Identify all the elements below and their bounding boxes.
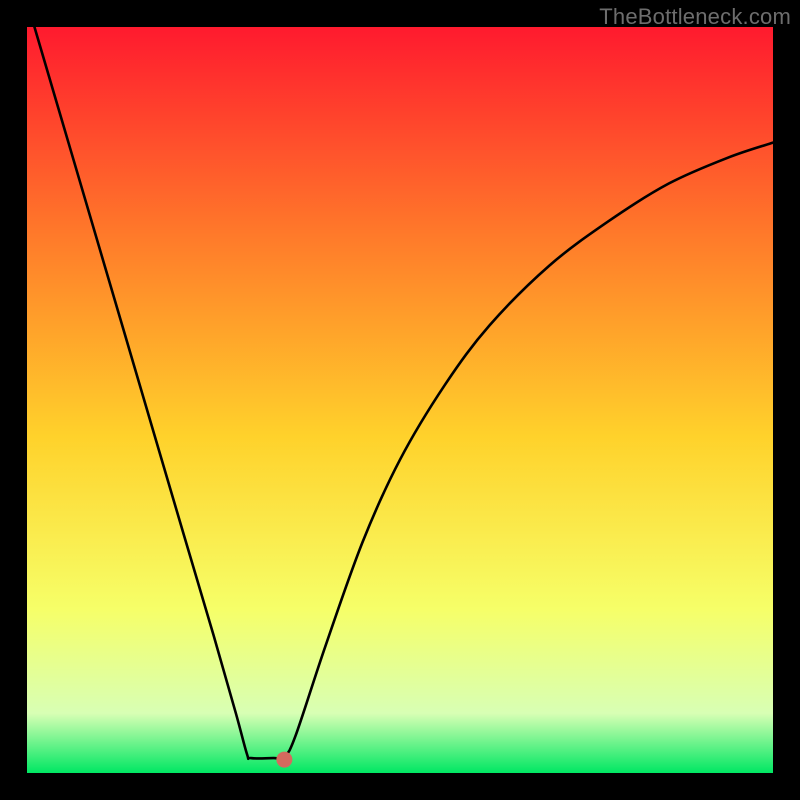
gradient-background [27, 27, 773, 773]
chart-frame [27, 27, 773, 773]
optimum-marker [276, 752, 292, 768]
chart-svg [27, 27, 773, 773]
watermark-text: TheBottleneck.com [599, 4, 791, 30]
